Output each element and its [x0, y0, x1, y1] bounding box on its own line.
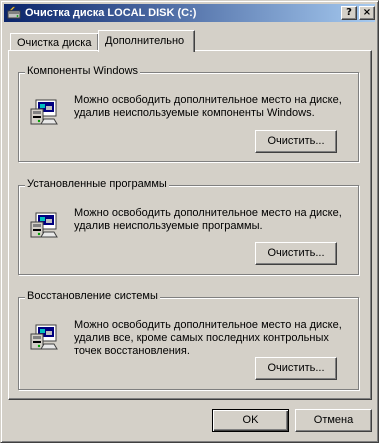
group-title: Установленные программы	[25, 178, 169, 190]
cleanup-system-restore-button[interactable]: Очистить...	[255, 357, 337, 380]
tab-more-options[interactable]: Дополнительно	[98, 30, 195, 52]
group-description: Можно освободить дополнительное место на…	[74, 94, 342, 119]
cleanup-windows-components-button[interactable]: Очистить...	[255, 130, 337, 153]
close-button[interactable]: ×	[359, 6, 375, 20]
help-button[interactable]: ?	[341, 6, 357, 20]
window-title: Очистка диска LOCAL DISK (C:)	[25, 7, 197, 19]
group-description: Можно освободить дополнительное место на…	[74, 207, 342, 232]
group-installed-programs: Установленные программы Можно освободить…	[18, 178, 359, 275]
tab-disk-cleanup[interactable]: Очистка диска	[10, 33, 99, 51]
title-bar[interactable]: Очистка диска LOCAL DISK (C:) ? ×	[4, 4, 375, 22]
group-system-restore: Восстановление системы Можно освободить …	[18, 290, 359, 390]
group-title: Восстановление системы	[25, 290, 160, 302]
cancel-button[interactable]: Отмена	[295, 409, 372, 432]
disk-cleanup-icon	[6, 5, 22, 21]
ok-button[interactable]: OK	[212, 409, 289, 432]
cleanup-installed-programs-button[interactable]: Очистить...	[255, 242, 337, 265]
disk-cleanup-dialog: Очистка диска LOCAL DISK (C:) ? × Очистк…	[0, 0, 379, 443]
setup-program-icon	[28, 320, 60, 352]
setup-program-icon	[28, 208, 60, 240]
group-description: Можно освободить дополнительное место на…	[74, 319, 342, 357]
group-windows-components: Компоненты Windows Можно освободить допо…	[18, 65, 359, 162]
group-title: Компоненты Windows	[25, 65, 141, 77]
setup-program-icon	[28, 95, 60, 127]
